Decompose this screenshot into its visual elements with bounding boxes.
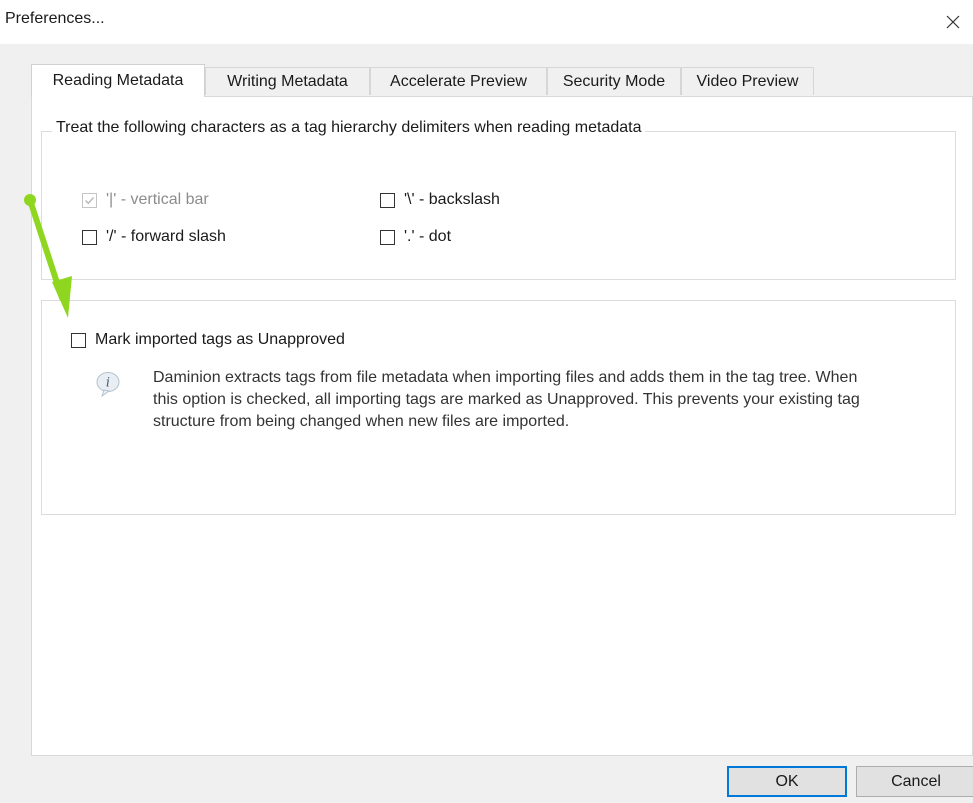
vertical-bar-checkbox[interactable] (82, 192, 97, 208)
tab-video-preview[interactable]: Video Preview (681, 67, 814, 95)
mark-unapproved-option: Mark imported tags as Unapproved (71, 331, 345, 349)
mark-unapproved-label: Mark imported tags as Unapproved (95, 331, 345, 348)
tab-writing-metadata[interactable]: Writing Metadata (205, 67, 370, 95)
dot-option: '.' - dot (380, 228, 451, 246)
vertical-bar-label: '|' - vertical bar (106, 191, 209, 208)
forward-slash-option: '/' - forward slash (82, 228, 226, 246)
unapproved-description: Daminion extracts tags from file metadat… (153, 369, 860, 430)
vertical-bar-option: '|' - vertical bar (82, 191, 209, 209)
forward-slash-checkbox[interactable] (82, 229, 97, 245)
cancel-button[interactable]: Cancel (856, 766, 973, 797)
window-title: Preferences... (5, 10, 105, 27)
forward-slash-label: '/' - forward slash (106, 228, 226, 245)
backslash-checkbox[interactable] (380, 192, 395, 208)
dot-label: '.' - dot (404, 228, 452, 245)
tab-security-mode[interactable]: Security Mode (547, 67, 681, 95)
ok-button[interactable]: OK (727, 766, 847, 797)
dot-checkbox[interactable] (380, 229, 395, 245)
mark-unapproved-checkbox[interactable] (71, 332, 86, 348)
tab-reading-metadata[interactable]: Reading Metadata (31, 64, 205, 97)
backslash-option: '\' - backslash (380, 191, 500, 209)
backslash-label: '\' - backslash (404, 191, 500, 208)
tab-accelerate-preview[interactable]: Accelerate Preview (370, 67, 547, 95)
info-icon: i (94, 369, 124, 399)
close-icon[interactable] (939, 8, 967, 36)
title-bar: Preferences... (0, 0, 973, 44)
svg-text:i: i (106, 376, 110, 391)
delimiters-group-caption: Treat the following characters as a tag … (52, 119, 646, 137)
